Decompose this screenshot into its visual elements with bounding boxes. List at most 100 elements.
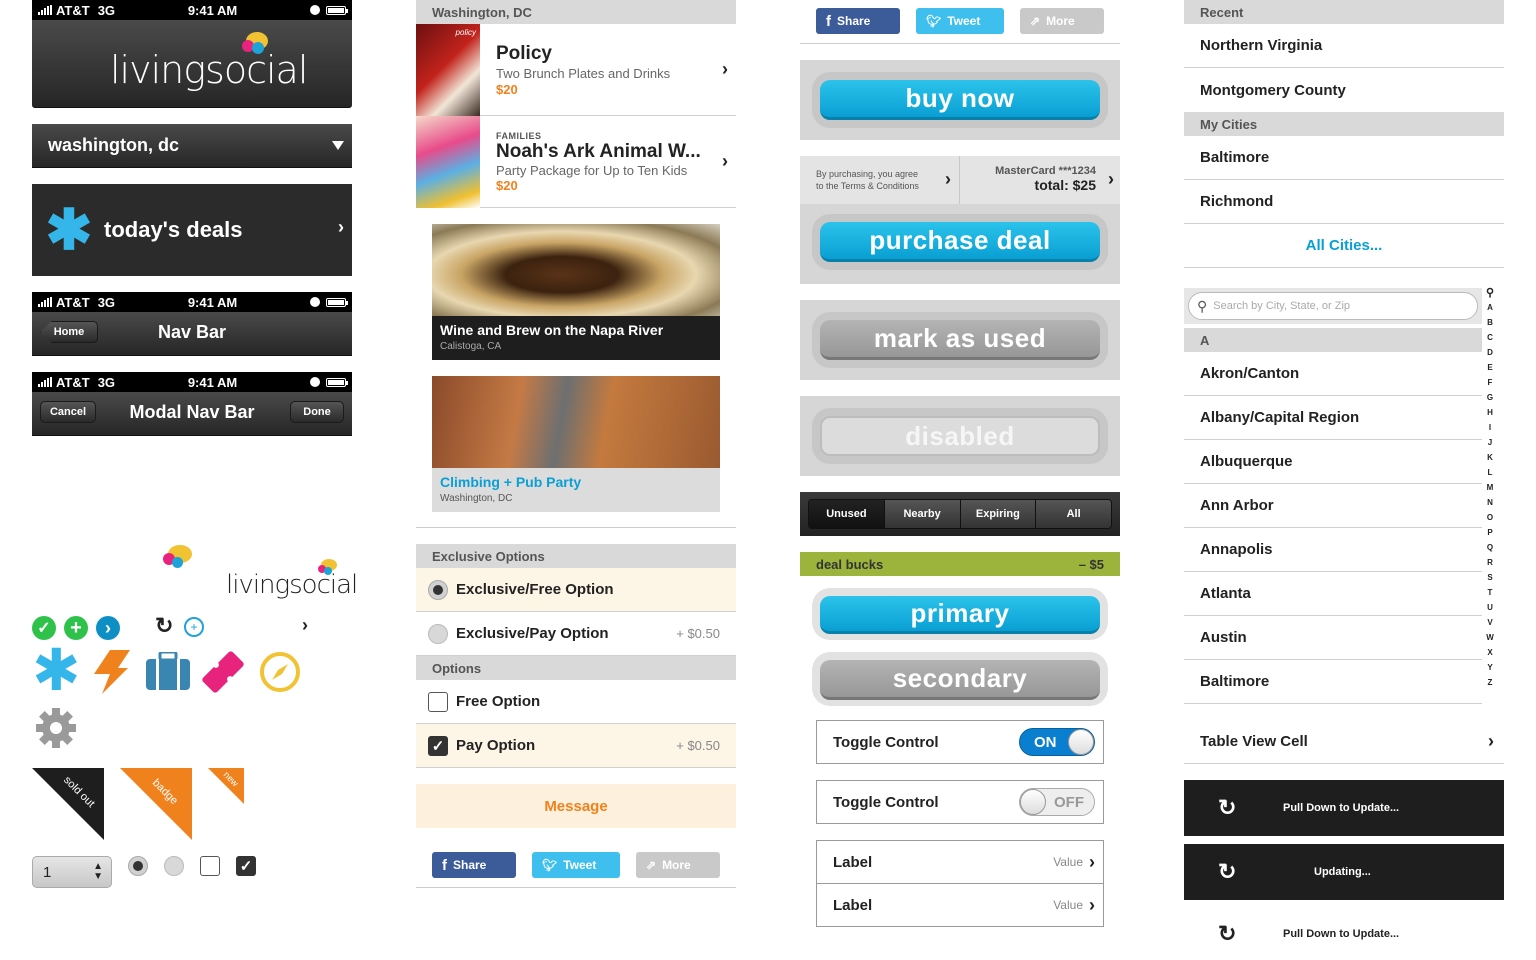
toggle-switch-on[interactable]: ON [1019, 728, 1095, 756]
label-value-row[interactable]: Label Value › [816, 883, 1104, 927]
segment-nearby[interactable]: Nearby [883, 500, 960, 528]
toggle-label: Toggle Control [833, 733, 939, 751]
city-list-item[interactable]: Albany/Capital Region [1184, 396, 1482, 440]
index-letter[interactable]: K [1482, 450, 1498, 465]
exclusive-free-option[interactable]: Exclusive/Free Option [416, 568, 736, 612]
stepper-arrows-icon[interactable]: ▲ ▼ [93, 862, 103, 882]
index-letter[interactable]: I [1482, 420, 1498, 435]
my-city-item[interactable]: Baltimore [1184, 136, 1504, 180]
index-letter[interactable]: B [1482, 315, 1498, 330]
toggle-switch-off[interactable]: OFF [1019, 788, 1095, 816]
my-city-item[interactable]: Richmond [1184, 180, 1504, 224]
payment-total[interactable]: MasterCard ***1234 total: $25 › [960, 156, 1120, 204]
deal-thumbnail: policy [416, 23, 480, 116]
label-value-row[interactable]: Label Value › [816, 840, 1104, 884]
search-input[interactable]: ⚲ Search by City, State, or Zip [1188, 292, 1478, 320]
search-placeholder: Search by City, State, or Zip [1213, 300, 1351, 312]
index-letter[interactable]: T [1482, 585, 1498, 600]
twitter-tweet-button[interactable]: 🐦︎ Tweet [532, 852, 620, 878]
primary-button[interactable]: primary [820, 596, 1100, 634]
cancel-button[interactable]: Cancel [40, 401, 96, 423]
share-label: Share [453, 858, 487, 872]
terms-link[interactable]: By purchasing, you agree to the Terms & … [800, 156, 960, 204]
table-view-cell[interactable]: Table View Cell › [1184, 720, 1504, 764]
index-letter[interactable]: Q [1482, 540, 1498, 555]
location-selector[interactable]: washington, dc [32, 124, 352, 168]
index-letter[interactable]: Z [1482, 675, 1498, 690]
city-list-item[interactable]: Atlanta [1184, 572, 1482, 616]
facebook-share-button[interactable]: f Share [432, 852, 516, 878]
todays-deals-button[interactable]: ✱ today's deals › [32, 184, 352, 276]
city-list-item[interactable]: Baltimore [1184, 660, 1482, 704]
index-letter[interactable]: O [1482, 510, 1498, 525]
buy-now-button[interactable]: buy now [820, 80, 1100, 120]
segment-unused[interactable]: Unused [809, 500, 884, 528]
free-option[interactable]: Free Option [416, 680, 736, 724]
city-list-item[interactable]: Annapolis [1184, 528, 1482, 572]
chevron-right-icon: › [1488, 731, 1494, 751]
more-share-button[interactable]: ⇗ More [636, 852, 720, 878]
section-index[interactable]: ⚲ ABCDEFGHIJKLMNOPQRSTUVWXYZ [1482, 286, 1498, 690]
more-share-button[interactable]: ⇗ More [1020, 8, 1104, 34]
segment-expiring[interactable]: Expiring [959, 500, 1036, 528]
index-letter[interactable]: G [1482, 390, 1498, 405]
index-letter[interactable]: W [1482, 630, 1498, 645]
city-list-item[interactable]: Albuquerque [1184, 440, 1482, 484]
city-list-item[interactable]: Akron/Canton [1184, 352, 1482, 396]
index-letter[interactable]: M [1482, 480, 1498, 495]
done-button[interactable]: Done [290, 401, 344, 423]
recent-city-item[interactable]: Northern Virginia [1184, 24, 1504, 68]
more-label: More [1046, 14, 1075, 28]
index-letter[interactable]: Y [1482, 660, 1498, 675]
index-letter[interactable]: H [1482, 405, 1498, 420]
index-letter[interactable]: L [1482, 465, 1498, 480]
index-letter[interactable]: J [1482, 435, 1498, 450]
twitter-tweet-button[interactable]: 🐦︎ Tweet [916, 8, 1004, 34]
index-letter[interactable]: D [1482, 345, 1498, 360]
deal-row[interactable]: policy Policy Two Brunch Plates and Drin… [416, 23, 736, 116]
index-letter[interactable]: P [1482, 525, 1498, 540]
chevron-right-icon: › [302, 615, 308, 635]
radio-unselected[interactable] [428, 623, 448, 644]
index-letter[interactable]: V [1482, 615, 1498, 630]
radio-unselected[interactable] [164, 856, 184, 876]
facebook-share-button[interactable]: f Share [816, 8, 900, 34]
mark-as-used-button[interactable]: mark as used [820, 320, 1100, 360]
checkbox-unchecked[interactable] [428, 691, 448, 712]
index-letter[interactable]: R [1482, 555, 1498, 570]
checkbox-checked[interactable]: ✓ [428, 735, 448, 756]
deal-card[interactable]: Climbing + Pub Party Washington, DC [432, 376, 720, 512]
deal-card[interactable]: Wine and Brew on the Napa River Calistog… [432, 224, 720, 360]
index-letter[interactable]: E [1482, 360, 1498, 375]
index-letter[interactable]: S [1482, 570, 1498, 585]
checkbox-unchecked[interactable] [200, 856, 220, 876]
status-bar: AT&T 3G 9:41 AM [32, 292, 352, 312]
deal-price: $20 [496, 177, 518, 193]
exclusive-pay-option[interactable]: Exclusive/Pay Option + $0.50 [416, 612, 736, 656]
twitter-bird-icon: 🐦︎ [542, 858, 558, 872]
home-back-button[interactable]: Home [40, 321, 98, 343]
secondary-button[interactable]: secondary [820, 660, 1100, 700]
recent-city-item[interactable]: Montgomery County [1184, 68, 1504, 112]
deal-row[interactable]: FAMILIES Noah's Ark Animal W... Party Pa… [416, 115, 736, 208]
index-letter[interactable]: U [1482, 600, 1498, 615]
message-button[interactable]: Message [416, 784, 736, 828]
city-list-item[interactable]: Austin [1184, 616, 1482, 660]
pay-option[interactable]: ✓ Pay Option + $0.50 [416, 724, 736, 768]
radio-selected[interactable] [428, 579, 448, 600]
index-letter[interactable]: X [1482, 645, 1498, 660]
segment-all[interactable]: All [1035, 500, 1111, 528]
index-letter[interactable]: C [1482, 330, 1498, 345]
refresh-icon: ↻ [1218, 859, 1237, 884]
quantity-stepper[interactable]: 1 ▲ ▼ [32, 856, 112, 888]
radio-selected[interactable] [128, 856, 148, 876]
checkbox-checked[interactable]: ✓ [236, 856, 256, 876]
index-letter[interactable]: F [1482, 375, 1498, 390]
index-letter[interactable]: A [1482, 300, 1498, 315]
all-cities-link[interactable]: All Cities... [1184, 224, 1504, 268]
city-list-item[interactable]: Ann Arbor [1184, 484, 1482, 528]
segmented-control-bar: Unused Nearby Expiring All [800, 492, 1120, 536]
purchase-deal-button[interactable]: purchase deal [820, 222, 1100, 262]
search-icon[interactable]: ⚲ [1482, 286, 1498, 300]
index-letter[interactable]: N [1482, 495, 1498, 510]
